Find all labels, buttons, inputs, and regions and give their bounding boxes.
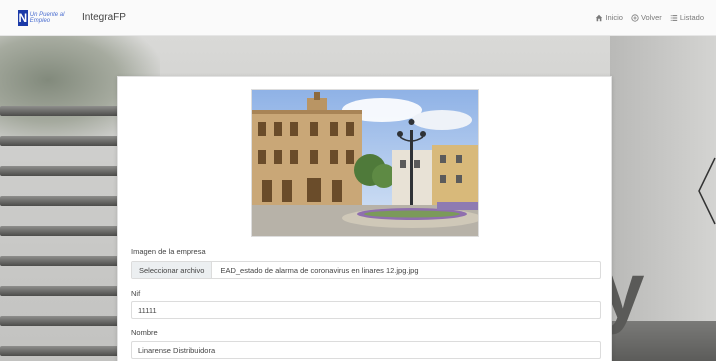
chevron-left-icon [698, 157, 716, 225]
select-file-button[interactable]: Seleccionar archivo [132, 262, 213, 278]
background-slat [0, 196, 120, 206]
plus-circle-icon [631, 13, 639, 22]
home-icon [596, 14, 603, 21]
background-slat [0, 166, 120, 176]
background-slat [0, 286, 120, 296]
nif-label: Nif [131, 289, 141, 298]
logo: N Un Puente al Empleo [18, 9, 76, 26]
top-navbar: N Un Puente al Empleo IntegraFP Inicio V… [0, 0, 716, 36]
background-slat [0, 106, 120, 116]
nif-value: 11111 [138, 305, 157, 315]
background-slat [0, 136, 120, 146]
nav-label-volver: Volver [640, 13, 662, 22]
nombre-value: Linarense Distribuidora [138, 345, 216, 355]
logo-text: Un Puente al Empleo [29, 11, 65, 24]
list-icon [670, 14, 678, 21]
nav-item-inicio[interactable]: Inicio [595, 13, 623, 22]
background-slat [0, 316, 120, 326]
background-slat [0, 346, 120, 356]
nav-item-listado[interactable]: Listado [670, 13, 704, 22]
logo-mark: N [18, 9, 28, 26]
nav-label-inicio: Inicio [605, 13, 623, 22]
company-image-file-input[interactable]: Seleccionar archivo EAD_estado de alarma… [131, 261, 601, 279]
town-square-photo [252, 90, 478, 236]
nombre-label: Nombre [131, 328, 158, 337]
nav-label-listado: Listado [679, 13, 704, 22]
nif-field[interactable]: 11111 [131, 301, 601, 319]
background-slat [0, 226, 120, 236]
nombre-field[interactable]: Linarense Distribuidora [131, 341, 601, 359]
company-image-preview [251, 89, 479, 237]
company-form-card: Imagen de la empresa Seleccionar archivo… [117, 76, 612, 361]
nav-item-volver[interactable]: Volver [631, 13, 662, 22]
company-image-label: Imagen de la empresa [131, 247, 206, 256]
background-slat [0, 256, 120, 266]
nav-menu: Inicio Volver Listado [595, 13, 704, 22]
brand-name[interactable]: IntegraFP [82, 12, 126, 23]
selected-file-name: EAD_estado de alarma de coronavirus en l… [220, 265, 419, 275]
brand[interactable]: N Un Puente al Empleo IntegraFP [18, 9, 126, 26]
